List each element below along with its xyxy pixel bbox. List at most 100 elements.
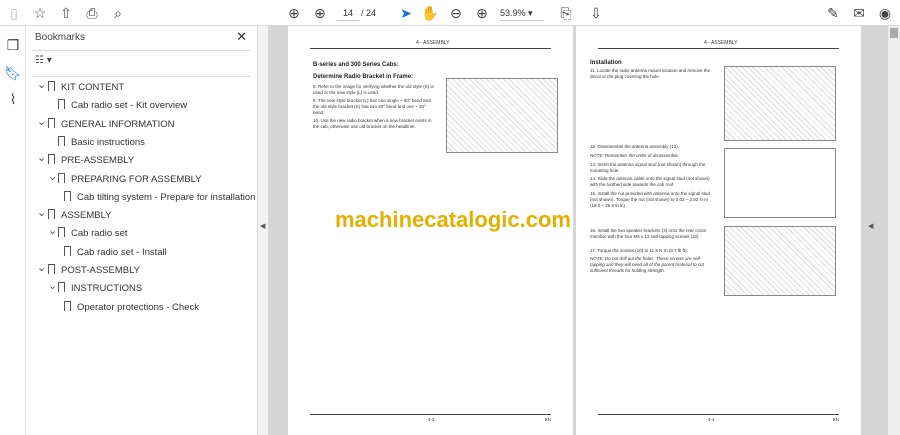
navigation-rail: ❐ 🔖︎ ⌇ xyxy=(0,26,26,435)
bookmark-icon xyxy=(58,172,65,183)
bookmark-item[interactable]: ⌄ PRE-ASSEMBLY xyxy=(37,152,135,170)
speaker-bracket-figure xyxy=(724,226,836,296)
bracket-figure xyxy=(446,78,558,153)
bookmark-item[interactable]: ⌄ GENERAL INFORMATION xyxy=(37,116,175,134)
account-icon[interactable]: ◉ xyxy=(876,4,894,22)
language-code: EN xyxy=(832,417,839,422)
chevron-down-icon[interactable]: ⌄ xyxy=(37,76,47,94)
bookmark-icon xyxy=(58,282,65,293)
bookmark-icon xyxy=(64,245,71,256)
bookmark-icon xyxy=(64,190,71,201)
zoom-out-icon[interactable]: ⊖ xyxy=(447,4,465,22)
bookmark-label: KIT CONTENT xyxy=(61,82,125,93)
bookmark-icon xyxy=(48,117,55,128)
bookmark-item[interactable]: ⌄ POST-ASSEMBLY xyxy=(37,262,141,280)
bookmark-item[interactable]: Operator protections - Check xyxy=(64,299,199,317)
upload-cloud-icon[interactable]: ⇧ xyxy=(57,4,75,22)
language-code: EN xyxy=(544,417,551,422)
pages-thumbnail-icon[interactable]: ❐ xyxy=(4,36,22,54)
page-number-input[interactable]: 14 xyxy=(337,5,359,21)
bookmark-label: ASSEMBLY xyxy=(61,210,112,222)
bookmark-icon xyxy=(58,227,65,238)
step: 12. Disassemble the antenna assembly (12… xyxy=(590,144,680,149)
chevron-down-icon[interactable]: ⌄ xyxy=(37,149,47,167)
section-subtitle: Determine Radio Bracket in Frame: xyxy=(313,74,414,80)
bookmark-label: PRE-ASSEMBLY xyxy=(61,155,135,167)
bookmark-label: Operator protections - Check xyxy=(77,301,199,313)
bookmark-label: Basic instructions xyxy=(71,136,145,148)
panel-title: Bookmarks xyxy=(35,32,86,43)
step: 14. Slide the antenna cable onto the sig… xyxy=(590,176,710,187)
bookmark-label: Cab radio set - Install xyxy=(77,246,167,258)
chevron-down-icon[interactable]: ⌄ xyxy=(37,259,47,277)
bookmark-item[interactable]: Cab tilting system - Prepare for install… xyxy=(64,189,255,207)
fit-page-icon[interactable]: ⎘ xyxy=(557,4,575,22)
note: NOTE: Do not drill out the holes. These … xyxy=(590,256,704,273)
watermark: machinecatalogic.com xyxy=(335,207,571,232)
antenna-assembly-figure xyxy=(724,148,836,218)
bookmark-item[interactable]: Cab radio set - Kit overview xyxy=(58,97,187,115)
chevron-down-icon[interactable]: ⌄ xyxy=(48,222,58,240)
bookmark-item[interactable]: ⌄ KIT CONTENT xyxy=(37,79,125,97)
close-icon[interactable]: ✕ xyxy=(236,29,247,45)
bookmark-icon xyxy=(58,99,65,110)
print-icon[interactable]: ⎙ xyxy=(83,4,101,22)
page-header: 4 - ASSEMBLY xyxy=(416,40,450,46)
step: 8. Refer to the image for verifying whet… xyxy=(313,84,434,95)
previous-page-icon[interactable]: ⊕ xyxy=(285,4,303,22)
bookmark-item[interactable]: ⌄ INSTRUCTIONS xyxy=(48,280,143,298)
step: 16. Install the two speaker brackets (3)… xyxy=(590,228,707,239)
bookmark-label: INSTRUCTIONS xyxy=(71,283,143,295)
section-title: Installation xyxy=(590,60,622,66)
attachment-icon[interactable]: ⌇ xyxy=(4,90,22,108)
step: 15. Install the nut provided with antenn… xyxy=(590,191,710,208)
email-icon[interactable]: ✉ xyxy=(850,4,868,22)
bookmark-label: Cab tilting system - Prepare for install… xyxy=(77,191,256,203)
collapse-panel-icon[interactable]: ◀ xyxy=(260,222,265,230)
expand-right-pane-icon[interactable]: ◀ xyxy=(868,222,873,230)
section-title: B-series and 300 Series Cabs: xyxy=(313,62,399,68)
toolbar: ▯ ☆ ⇧ ⎙ ⌕ ⊕ ⊕ 14 / 24 ➤ ✋ ⊖ ⊕ 53.9% ▾ ⎘ … xyxy=(0,0,900,26)
bookmark-item[interactable]: Cab radio set - Install xyxy=(64,244,167,262)
bookmark-item[interactable]: ⌄ PREPARING FOR ASSEMBLY xyxy=(48,171,202,189)
panel-splitter[interactable]: ◀ xyxy=(258,26,268,435)
bookmark-item[interactable]: ⌄ Cab radio set xyxy=(48,225,128,243)
page-header: 4 - ASSEMBLY xyxy=(704,40,738,46)
chevron-down-icon[interactable]: ⌄ xyxy=(37,204,47,222)
bookmark-label: POST-ASSEMBLY xyxy=(61,265,141,276)
step: 17. Torque the screws (10) to 11.8 N·m (… xyxy=(590,248,688,253)
vertical-scrollbar[interactable] xyxy=(888,26,900,435)
bookmarks-panel: Bookmarks ✕ ☷ ▾ ⌄ KIT CONTENT Cab radio se… xyxy=(26,26,258,435)
scrollbar-thumb[interactable] xyxy=(890,28,898,38)
chevron-down-icon[interactable]: ⌄ xyxy=(48,168,58,186)
select-cursor-icon[interactable]: ➤ xyxy=(397,4,415,22)
bookmark-label: Cab radio set - Kit overview xyxy=(71,100,188,112)
zoom-value: 53.9% xyxy=(500,8,526,18)
chevron-down-icon[interactable]: ⌄ xyxy=(48,277,58,295)
scroll-mode-icon[interactable]: ⇩ xyxy=(587,4,605,22)
next-page-icon[interactable]: ⊕ xyxy=(311,4,329,22)
zoom-dropdown[interactable]: 53.9% ▾ xyxy=(500,5,544,21)
bookmark-icon xyxy=(48,264,55,274)
step: 11. Locate the radio antenna mount locat… xyxy=(590,68,710,79)
bookmark-label: GENERAL INFORMATION xyxy=(61,118,175,130)
hand-tool-icon[interactable]: ✋ xyxy=(421,4,439,22)
save-icon[interactable]: ▯ xyxy=(5,4,23,22)
star-icon[interactable]: ☆ xyxy=(31,4,49,22)
chevron-down-icon[interactable]: ⌄ xyxy=(37,113,47,131)
page-total: / 24 xyxy=(361,8,377,18)
note: NOTE: Remember the order of disassemble. xyxy=(590,153,680,158)
bookmark-icon xyxy=(58,135,65,146)
bookmark-options-button[interactable]: ☷ ▾ xyxy=(35,55,52,66)
page-footer: 4-4 xyxy=(708,417,715,422)
sign-icon[interactable]: ✎ xyxy=(824,4,842,22)
zoom-in-icon[interactable]: ⊕ xyxy=(473,4,491,22)
step: 13. Insert the antenna signal stud (not … xyxy=(590,162,706,173)
step: 10. Use the new radio bracket when a new… xyxy=(313,118,432,129)
bookmark-panel-icon[interactable]: 🔖︎ xyxy=(4,64,22,82)
bookmark-icon xyxy=(64,300,71,311)
antenna-figure xyxy=(724,66,836,141)
page-footer: 4-3 xyxy=(428,417,435,422)
bookmark-item[interactable]: Basic instructions xyxy=(58,134,145,152)
search-icon[interactable]: ⌕ xyxy=(109,4,127,22)
